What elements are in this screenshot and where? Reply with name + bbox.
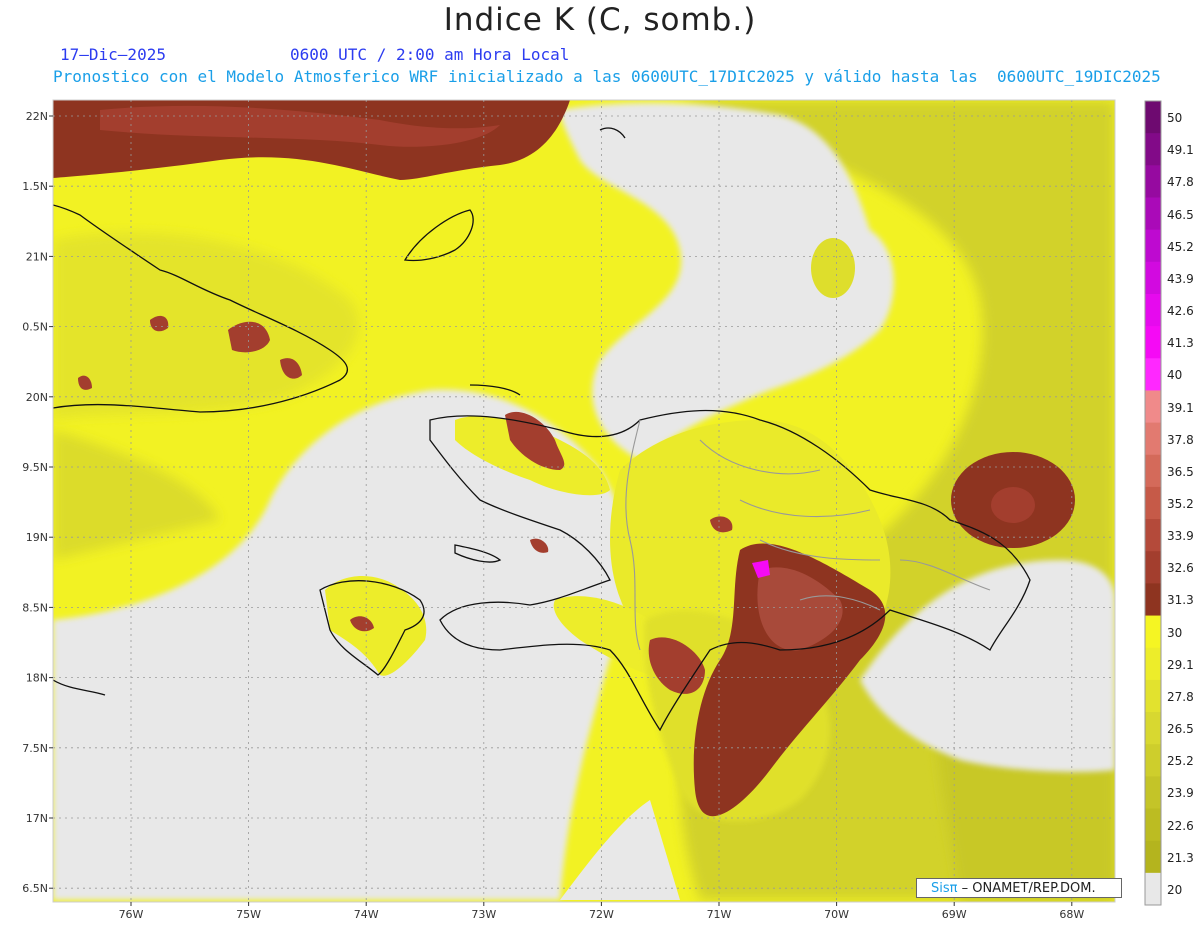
colorbar-label: 49.1 [1167,143,1194,158]
colorbar-label: 26.5 [1167,722,1194,737]
lat-label: 1.5N [22,180,48,193]
lon-label: 73W [471,908,496,921]
colorbar-swatch [1145,551,1161,584]
lat-label: 20N [26,391,48,404]
lon-label: 74W [354,908,379,921]
colorbar-swatch [1145,326,1161,359]
colorbar-swatch [1145,165,1161,198]
colorbar-label: 30 [1167,625,1183,640]
colorbar-swatch [1145,229,1161,263]
lon-label: 76W [119,908,144,921]
colorbar-label: 31.3 [1167,593,1194,608]
colorbar-swatch [1145,647,1161,681]
colorbar-label: 37.8 [1167,432,1194,447]
lat-label: 0.5N [22,321,48,334]
colorbar-swatch [1145,712,1161,745]
colorbar-swatch [1145,776,1161,810]
credit-text: – ONAMET/REP.DOM. [957,881,1096,896]
colorbar-label: 25.2 [1167,754,1194,769]
colorbar-swatch [1145,744,1161,777]
colorbar-label: 42.6 [1167,304,1194,319]
field-olive-blob [811,238,855,298]
colorbar-label: 33.9 [1167,529,1194,544]
colorbar-label: 46.5 [1167,207,1194,222]
colorbar-swatch [1145,679,1161,713]
colorbar-label: 43.9 [1167,271,1194,286]
colorbar-label: 20 [1167,882,1183,897]
colorbar-label: 22.6 [1167,818,1194,833]
colorbar-swatch [1145,422,1161,456]
colorbar-label: 47.8 [1167,175,1194,190]
lat-label: 18N [26,672,48,685]
colorbar-label: 45.2 [1167,239,1194,254]
lat-label: 6.5N [22,882,48,895]
colorbar-label: 39.1 [1167,400,1194,415]
lat-label: 22N [26,110,48,123]
lon-label: 68W [1059,908,1084,921]
colorbar-swatch [1145,583,1161,617]
colorbar-swatch [1145,261,1161,295]
colorbar-label: 29.1 [1167,657,1194,672]
colorbar-label: 21.3 [1167,850,1194,865]
colorbar-label: 50 [1167,111,1183,126]
colorbar-label: 41.3 [1167,336,1194,351]
lon-label: 75W [236,908,261,921]
colorbar-swatch [1145,358,1161,391]
lat-label: 21N [26,250,48,263]
lat-label: 8.5N [22,601,48,614]
colorbar [1144,100,1162,906]
colorbar-swatch [1145,133,1161,166]
credit-box: Sisπ – ONAMET/REP.DOM. [916,878,1122,898]
colorbar-label: 32.6 [1167,561,1194,576]
colorbar-label: 35.2 [1167,497,1194,511]
k-index-field [53,100,1115,902]
colorbar-swatch [1145,519,1161,552]
k-index-map: 22N 1.5N 21N 0.5N 20N 9.5N 19N 8.5N 18N 7.5N 17N 6.… [22,99,1162,921]
colorbar-swatch [1145,840,1161,874]
lon-label: 71W [707,908,732,921]
colorbar-label: 23.9 [1167,786,1194,801]
colorbar-swatch [1145,486,1161,520]
colorbar-swatch [1145,293,1161,327]
colorbar-swatch [1145,808,1161,842]
colorbar-swatch [1145,872,1161,906]
credit-brand: Sisπ [931,881,958,896]
lon-label: 72W [589,908,614,921]
colorbar-swatch [1145,101,1161,134]
colorbar-swatch [1145,454,1161,488]
lat-label: 17N [26,812,48,825]
field-brown-east-core [991,487,1035,523]
colorbar-label: 40 [1167,368,1183,383]
longitude-labels: 76W 75W 74W 73W 72W 71W 70W 69W 68W [119,902,1084,921]
lat-label: 7.5N [22,742,48,755]
lon-label: 70W [824,908,849,921]
lat-label: 19N [26,531,48,544]
latitude-labels: 22N 1.5N 21N 0.5N 20N 9.5N 19N 8.5N 18N 7.5N 17N 6.… [22,110,53,895]
colorbar-swatch [1145,615,1161,649]
lat-label: 9.5N [22,461,48,474]
colorbar-swatch [1145,197,1161,231]
lon-label: 69W [942,908,967,921]
colorbar-swatch [1145,390,1161,424]
colorbar-label: 27.8 [1167,689,1194,704]
colorbar-label: 36.5 [1167,464,1194,479]
